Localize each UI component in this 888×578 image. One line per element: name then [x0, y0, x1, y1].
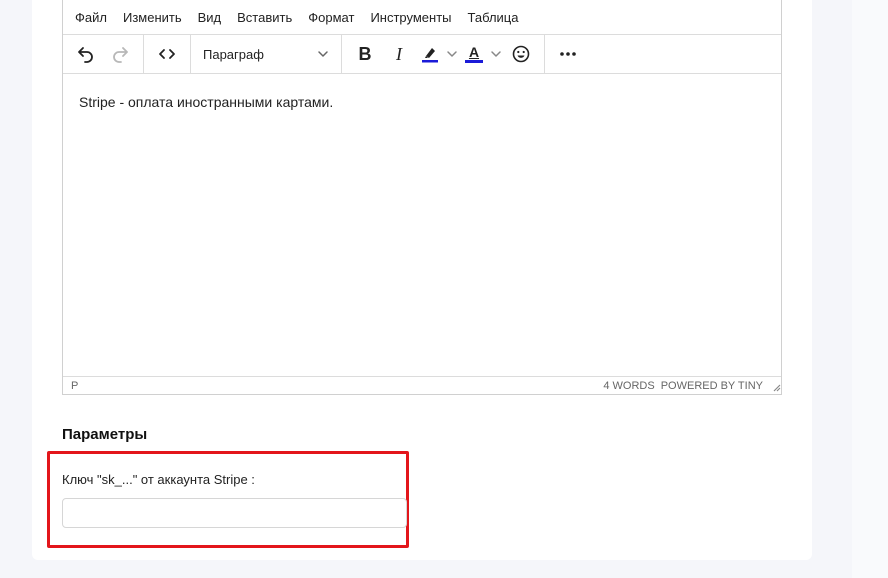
editor-paragraph[interactable]: Stripe - оплата иностранными картами. — [79, 94, 765, 110]
stripe-key-label: Ключ "sk_..." от аккаунта Stripe : — [62, 472, 255, 487]
more-group — [545, 35, 591, 73]
editor-content[interactable]: Stripe - оплата иностранными картами. — [63, 74, 781, 376]
bold-icon: B — [358, 43, 372, 64]
resize-handle-icon — [773, 384, 781, 391]
menu-tools[interactable]: Инструменты — [370, 10, 451, 25]
block-format-value: Параграф — [203, 46, 264, 62]
editor-statusbar: P 4 WORDS POWERED BY TINY — [63, 376, 781, 394]
source-code-icon — [159, 49, 175, 59]
italic-icon: I — [396, 43, 402, 64]
formatting-group: B I A — [342, 35, 545, 73]
word-count[interactable]: 4 WORDS — [603, 380, 654, 392]
highlight-icon — [422, 48, 438, 63]
emoji-icon — [512, 45, 530, 63]
powered-by-link[interactable]: POWERED BY TINY — [661, 380, 763, 392]
chevron-down-icon — [447, 51, 457, 57]
stripe-key-input[interactable] — [62, 498, 407, 528]
text-color-split-button[interactable]: A — [460, 39, 504, 69]
italic-button[interactable]: I — [382, 39, 416, 69]
text-color-caret[interactable] — [488, 39, 504, 69]
more-icon — [560, 52, 576, 56]
highlight-caret[interactable] — [444, 39, 460, 69]
element-path[interactable]: P — [71, 380, 78, 392]
menu-view[interactable]: Вид — [198, 10, 222, 25]
highlight-button[interactable] — [416, 39, 444, 69]
menu-insert[interactable]: Вставить — [237, 10, 292, 25]
emoji-button[interactable] — [504, 39, 538, 69]
block-format-group: Параграф — [191, 35, 342, 73]
params-section-title: Параметры — [62, 426, 148, 443]
menu-format[interactable]: Формат — [308, 10, 354, 25]
resize-handle[interactable] — [769, 380, 781, 392]
source-code-button[interactable] — [150, 39, 184, 69]
text-color-icon: A — [468, 44, 480, 61]
bold-button[interactable]: B — [348, 39, 382, 69]
menu-edit[interactable]: Изменить — [123, 10, 182, 25]
undo-button[interactable] — [69, 39, 103, 69]
menu-file[interactable]: Файл — [75, 10, 107, 25]
redo-icon — [113, 47, 128, 63]
editor-toolbar: Параграф B I A — [63, 35, 781, 74]
status-right: 4 WORDS POWERED BY TINY — [603, 380, 781, 392]
editor-menubar: Файл Изменить Вид Вставить Формат Инстру… — [63, 0, 781, 35]
chevron-down-icon — [318, 51, 328, 57]
chevron-down-icon — [491, 51, 501, 57]
menu-table[interactable]: Таблица — [468, 10, 519, 25]
highlight-split-button[interactable] — [416, 39, 460, 69]
redo-button[interactable] — [103, 39, 137, 69]
text-color-swatch — [465, 60, 483, 63]
text-color-button[interactable]: A — [460, 39, 488, 69]
block-format-select[interactable]: Параграф — [197, 39, 335, 69]
history-group — [63, 35, 144, 73]
rich-text-editor: Файл Изменить Вид Вставить Формат Инстру… — [62, 0, 782, 395]
more-button[interactable] — [551, 39, 585, 69]
page-side-strip — [852, 0, 888, 578]
undo-icon — [78, 47, 93, 63]
code-group — [144, 35, 191, 73]
